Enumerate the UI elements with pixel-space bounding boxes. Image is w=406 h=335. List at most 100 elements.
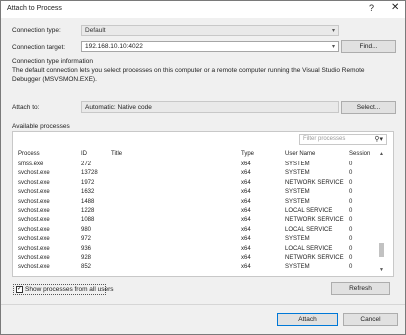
- cell-user: SYSTEM: [285, 189, 310, 196]
- table-row[interactable]: svchost.exe 852 x64 SYSTEM 0: [18, 264, 378, 273]
- cell-session: 0: [349, 198, 353, 205]
- cell-type: x64: [241, 236, 251, 243]
- cell-type: x64: [241, 161, 251, 167]
- cell-user: SYSTEM: [285, 161, 310, 167]
- table-row[interactable]: svchost.exe 1632 x64 SYSTEM 0: [18, 189, 378, 198]
- cell-id: 272: [81, 161, 92, 167]
- process-list-scrollbar[interactable]: ▲ ▼: [378, 151, 386, 275]
- cell-type: x64: [241, 245, 251, 252]
- table-row[interactable]: svchost.exe 1972 x64 NETWORK SERVICE 0: [18, 180, 378, 189]
- connection-target-label: Connection target:: [12, 44, 66, 51]
- window-title: Attach to Process: [7, 5, 62, 12]
- cell-process: svchost.exe: [18, 236, 50, 243]
- cell-type: x64: [241, 264, 251, 271]
- cell-type: x64: [241, 198, 251, 205]
- cell-type: x64: [241, 217, 251, 224]
- cell-id: 852: [81, 264, 92, 271]
- cell-user: NETWORK SERVICE: [285, 179, 344, 186]
- cell-id: 936: [81, 245, 92, 252]
- cell-session: 0: [349, 217, 353, 224]
- search-icon[interactable]: ⚲▾: [374, 135, 383, 143]
- cell-id: 1228: [81, 208, 95, 214]
- chevron-down-icon: ▾: [331, 28, 335, 34]
- table-row[interactable]: svchost.exe 1088 x64 NETWORK SERVICE 0: [18, 217, 378, 226]
- cell-process: svchost.exe: [18, 179, 50, 186]
- column-header-title[interactable]: Title: [111, 151, 122, 157]
- cell-id: 1632: [81, 189, 95, 196]
- cell-process: svchost.exe: [18, 264, 50, 271]
- checkbox-check-icon[interactable]: ✓: [16, 286, 23, 293]
- find-button[interactable]: Find...: [341, 40, 396, 53]
- cell-type: x64: [241, 255, 251, 261]
- cell-id: 1088: [81, 217, 95, 224]
- cell-session: 0: [349, 189, 353, 196]
- cell-id: 928: [81, 255, 92, 261]
- cell-process: svchost.exe: [18, 255, 50, 261]
- select-button[interactable]: Select...: [341, 101, 396, 114]
- cell-process: smss.exe: [18, 161, 44, 167]
- table-row[interactable]: smss.exe 272 x64 SYSTEM 0: [18, 161, 378, 170]
- cell-process: svchost.exe: [18, 170, 50, 177]
- scroll-thumb[interactable]: [379, 243, 384, 257]
- column-header-type[interactable]: Type: [241, 151, 254, 157]
- cell-session: 0: [349, 161, 353, 167]
- close-button[interactable]: ✕: [391, 2, 399, 13]
- scroll-up-icon[interactable]: ▲: [379, 151, 384, 157]
- cell-type: x64: [241, 226, 251, 233]
- attach-to-process-dialog: Attach to Process ? ✕ Connection type: D…: [0, 0, 406, 335]
- connection-info-text: The default connection lets you select p…: [12, 67, 365, 83]
- cell-process: svchost.exe: [18, 208, 50, 214]
- cell-id: 1972: [81, 179, 95, 186]
- column-header-process[interactable]: Process: [18, 151, 40, 157]
- footer-divider: [1, 304, 405, 305]
- cell-session: 0: [349, 208, 353, 214]
- cancel-button[interactable]: Cancel: [343, 313, 398, 326]
- table-row[interactable]: svchost.exe 1228 x64 LOCAL SERVICE 0: [18, 208, 378, 217]
- cell-process: svchost.exe: [18, 226, 50, 233]
- table-row[interactable]: svchost.exe 13728 x64 SYSTEM 0: [18, 170, 378, 179]
- scroll-down-icon[interactable]: ▼: [379, 267, 384, 273]
- attach-to-field: Automatic: Native code: [81, 101, 339, 113]
- cell-user: NETWORK SERVICE: [285, 255, 344, 261]
- cell-session: 0: [349, 264, 353, 271]
- help-button[interactable]: ?: [369, 3, 374, 13]
- table-row[interactable]: svchost.exe 972 x64 SYSTEM 0: [18, 236, 378, 245]
- cell-user: NETWORK SERVICE: [285, 217, 344, 224]
- chevron-down-icon: ▾: [331, 44, 335, 50]
- cell-session: 0: [349, 226, 353, 233]
- filter-placeholder: Filter processes: [303, 136, 346, 142]
- cell-user: LOCAL SERVICE: [285, 226, 333, 233]
- table-row[interactable]: svchost.exe 1488 x64 SYSTEM 0: [18, 199, 378, 208]
- show-all-users-label: Show processes from all users: [25, 286, 114, 294]
- cell-session: 0: [349, 245, 353, 252]
- column-header-user[interactable]: User Name: [285, 151, 315, 157]
- table-row[interactable]: svchost.exe 928 x64 NETWORK SERVICE 0: [18, 255, 378, 264]
- filter-processes-input[interactable]: Filter processes ⚲▾: [299, 134, 387, 145]
- cell-id: 1488: [81, 198, 95, 205]
- refresh-button[interactable]: Refresh: [331, 282, 390, 295]
- cell-session: 0: [349, 170, 353, 177]
- column-header-session[interactable]: Session: [349, 151, 370, 157]
- table-row[interactable]: svchost.exe 980 x64 LOCAL SERVICE 0: [18, 227, 378, 236]
- cell-user: LOCAL SERVICE: [285, 208, 333, 214]
- cell-type: x64: [241, 170, 251, 177]
- table-row[interactable]: svchost.exe 936 x64 LOCAL SERVICE 0: [18, 246, 378, 255]
- column-header-id[interactable]: ID: [81, 151, 87, 157]
- cell-user: SYSTEM: [285, 236, 310, 243]
- connection-target-value: 192.168.10.10:4022: [85, 43, 143, 50]
- connection-type-select[interactable]: Default ▾: [81, 25, 339, 36]
- cell-id: 980: [81, 226, 92, 233]
- cell-user: SYSTEM: [285, 170, 310, 177]
- cell-type: x64: [241, 189, 251, 196]
- attach-button[interactable]: Attach: [277, 313, 338, 326]
- connection-target-input[interactable]: 192.168.10.10:4022 ▾: [81, 41, 339, 52]
- show-all-users-checkbox[interactable]: ✓ Show processes from all users: [13, 284, 114, 295]
- cell-id: 13728: [81, 170, 98, 177]
- title-bar: Attach to Process ? ✕: [1, 1, 405, 18]
- process-table-body: smss.exe 272 x64 SYSTEM 0 svchost.exe 13728 x64…: [18, 161, 378, 275]
- cell-user: SYSTEM: [285, 198, 310, 205]
- process-table-header: Process ID Title Type User Name Session: [18, 151, 388, 161]
- cell-process: svchost.exe: [18, 245, 50, 252]
- cell-process: svchost.exe: [18, 189, 50, 196]
- cell-process: svchost.exe: [18, 217, 50, 224]
